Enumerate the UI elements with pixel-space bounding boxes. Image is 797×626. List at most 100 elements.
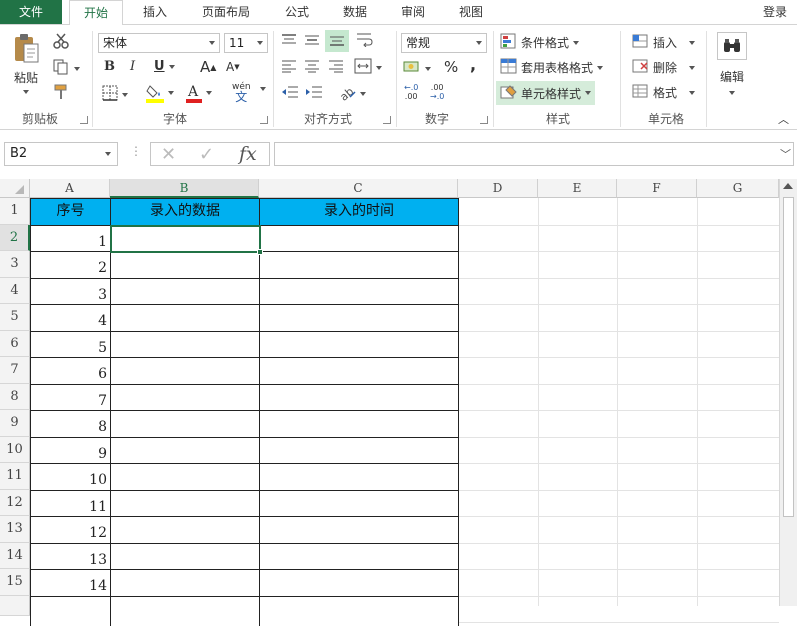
data-cell[interactable]: [259, 357, 459, 385]
data-cell[interactable]: [259, 595, 459, 626]
serial-cell[interactable]: 1: [30, 224, 111, 252]
data-cell[interactable]: [259, 224, 459, 252]
serial-cell[interactable]: 14: [30, 569, 111, 597]
confirm-entry-button[interactable]: ✓: [199, 144, 214, 165]
expand-formula-bar-button[interactable]: ﹀: [780, 146, 791, 162]
serial-cell[interactable]: 5: [30, 330, 111, 358]
align-left-button[interactable]: [281, 59, 297, 76]
data-cell[interactable]: [259, 251, 459, 279]
copy-button[interactable]: [52, 58, 80, 79]
tab-data[interactable]: 数据: [330, 0, 380, 24]
serial-cell[interactable]: 12: [30, 516, 111, 544]
row-header-5[interactable]: 5: [0, 304, 30, 331]
serial-cell[interactable]: 13: [30, 542, 111, 570]
phonetic-dropdown[interactable]: [256, 87, 266, 91]
worksheet-grid[interactable]: ABCDEFG 1 2 3 4 5 6 7 8 9 10 11 12 13 14 15 序号 录入的数据 录入的…: [0, 179, 780, 626]
format-as-table-button[interactable]: 套用表格格式: [500, 58, 604, 77]
alignment-launcher-icon[interactable]: [383, 116, 391, 124]
data-cell[interactable]: [259, 383, 459, 411]
grow-font-button[interactable]: A ▲: [200, 58, 216, 76]
serial-cell[interactable]: 10: [30, 463, 111, 491]
header-cell[interactable]: 录入的数据: [110, 198, 260, 226]
borders-button[interactable]: [102, 85, 128, 104]
row-header-1[interactable]: 1: [0, 198, 30, 225]
data-cell[interactable]: [259, 277, 459, 305]
column-header-d[interactable]: D: [458, 179, 538, 198]
row-header-14[interactable]: 14: [0, 542, 30, 569]
decrease-decimal-button[interactable]: .00 →.0: [430, 83, 444, 101]
paste-button[interactable]: 粘贴: [8, 33, 44, 99]
collapse-ribbon-button[interactable]: ︿: [778, 111, 789, 127]
data-cell[interactable]: [259, 489, 459, 517]
tab-view[interactable]: 视图: [446, 0, 496, 24]
bold-button[interactable]: B: [104, 59, 115, 74]
scroll-thumb[interactable]: [783, 197, 794, 517]
format-cells-button[interactable]: 格式: [632, 83, 696, 102]
data-cell[interactable]: [110, 595, 260, 626]
data-cell[interactable]: [259, 542, 459, 570]
increase-indent-button[interactable]: [305, 85, 323, 102]
italic-button[interactable]: I: [130, 59, 135, 74]
underline-button[interactable]: U: [154, 59, 175, 74]
header-cell[interactable]: 录入的时间: [259, 198, 459, 226]
phonetic-button[interactable]: wén 文: [232, 82, 251, 103]
font-color-button[interactable]: A: [186, 83, 212, 103]
data-cell[interactable]: [110, 383, 260, 411]
currency-button[interactable]: [403, 59, 431, 78]
data-cell[interactable]: [110, 463, 260, 491]
number-format-select[interactable]: 常规: [401, 33, 487, 53]
fill-handle[interactable]: [257, 249, 263, 255]
row-header-2[interactable]: 2: [0, 224, 30, 251]
row-header-12[interactable]: 12: [0, 489, 30, 516]
clipboard-launcher-icon[interactable]: [80, 116, 88, 124]
data-cell[interactable]: [30, 595, 111, 626]
formula-input[interactable]: [274, 142, 794, 166]
data-cell[interactable]: [110, 436, 260, 464]
scroll-up-icon[interactable]: [783, 183, 793, 189]
percent-button[interactable]: %: [444, 58, 458, 76]
align-middle-button[interactable]: [304, 33, 320, 50]
tab-formulas[interactable]: 公式: [272, 0, 322, 24]
column-header-f[interactable]: F: [617, 179, 697, 198]
cut-button[interactable]: [52, 32, 70, 53]
tab-insert[interactable]: 插入: [130, 0, 180, 24]
data-cell[interactable]: [259, 436, 459, 464]
align-bottom-button[interactable]: [325, 30, 349, 52]
increase-decimal-button[interactable]: ←.0 .00: [404, 83, 418, 101]
font-size-select[interactable]: 11: [224, 33, 268, 53]
cancel-entry-button[interactable]: ✕: [161, 144, 176, 165]
row-header-4[interactable]: 4: [0, 277, 30, 304]
data-cell[interactable]: [259, 410, 459, 438]
data-cell[interactable]: [259, 569, 459, 597]
insert-cells-button[interactable]: 插入: [632, 33, 696, 52]
serial-cell[interactable]: 6: [30, 357, 111, 385]
name-box[interactable]: B2: [4, 142, 118, 166]
data-cell[interactable]: [259, 304, 459, 332]
format-painter-button[interactable]: [52, 83, 70, 104]
data-cell[interactable]: [110, 489, 260, 517]
tab-review[interactable]: 审阅: [388, 0, 438, 24]
merge-center-button[interactable]: [354, 58, 382, 77]
wrap-text-button[interactable]: [356, 31, 374, 50]
number-launcher-icon[interactable]: [480, 116, 488, 124]
data-cell[interactable]: [259, 330, 459, 358]
column-header-c[interactable]: C: [259, 179, 458, 198]
row-header-6[interactable]: 6: [0, 330, 30, 357]
cell-styles-button[interactable]: 单元格样式: [496, 81, 596, 105]
data-cell[interactable]: [110, 251, 260, 279]
tab-home[interactable]: 开始: [69, 0, 123, 25]
data-cell[interactable]: [110, 516, 260, 544]
serial-cell[interactable]: 11: [30, 489, 111, 517]
data-cell[interactable]: [110, 542, 260, 570]
row-header-7[interactable]: 7: [0, 357, 30, 384]
column-header-b[interactable]: B: [110, 179, 259, 198]
active-cell-b2[interactable]: [110, 224, 261, 253]
fill-color-button[interactable]: [146, 83, 174, 103]
row-header-13[interactable]: 13: [0, 516, 30, 543]
row-header-11[interactable]: 11: [0, 463, 30, 490]
data-cell[interactable]: [110, 330, 260, 358]
align-right-button[interactable]: [328, 59, 344, 76]
tab-page-layout[interactable]: 页面布局: [188, 0, 264, 24]
row-header-8[interactable]: 8: [0, 383, 30, 410]
login-link[interactable]: 登录: [755, 0, 795, 24]
